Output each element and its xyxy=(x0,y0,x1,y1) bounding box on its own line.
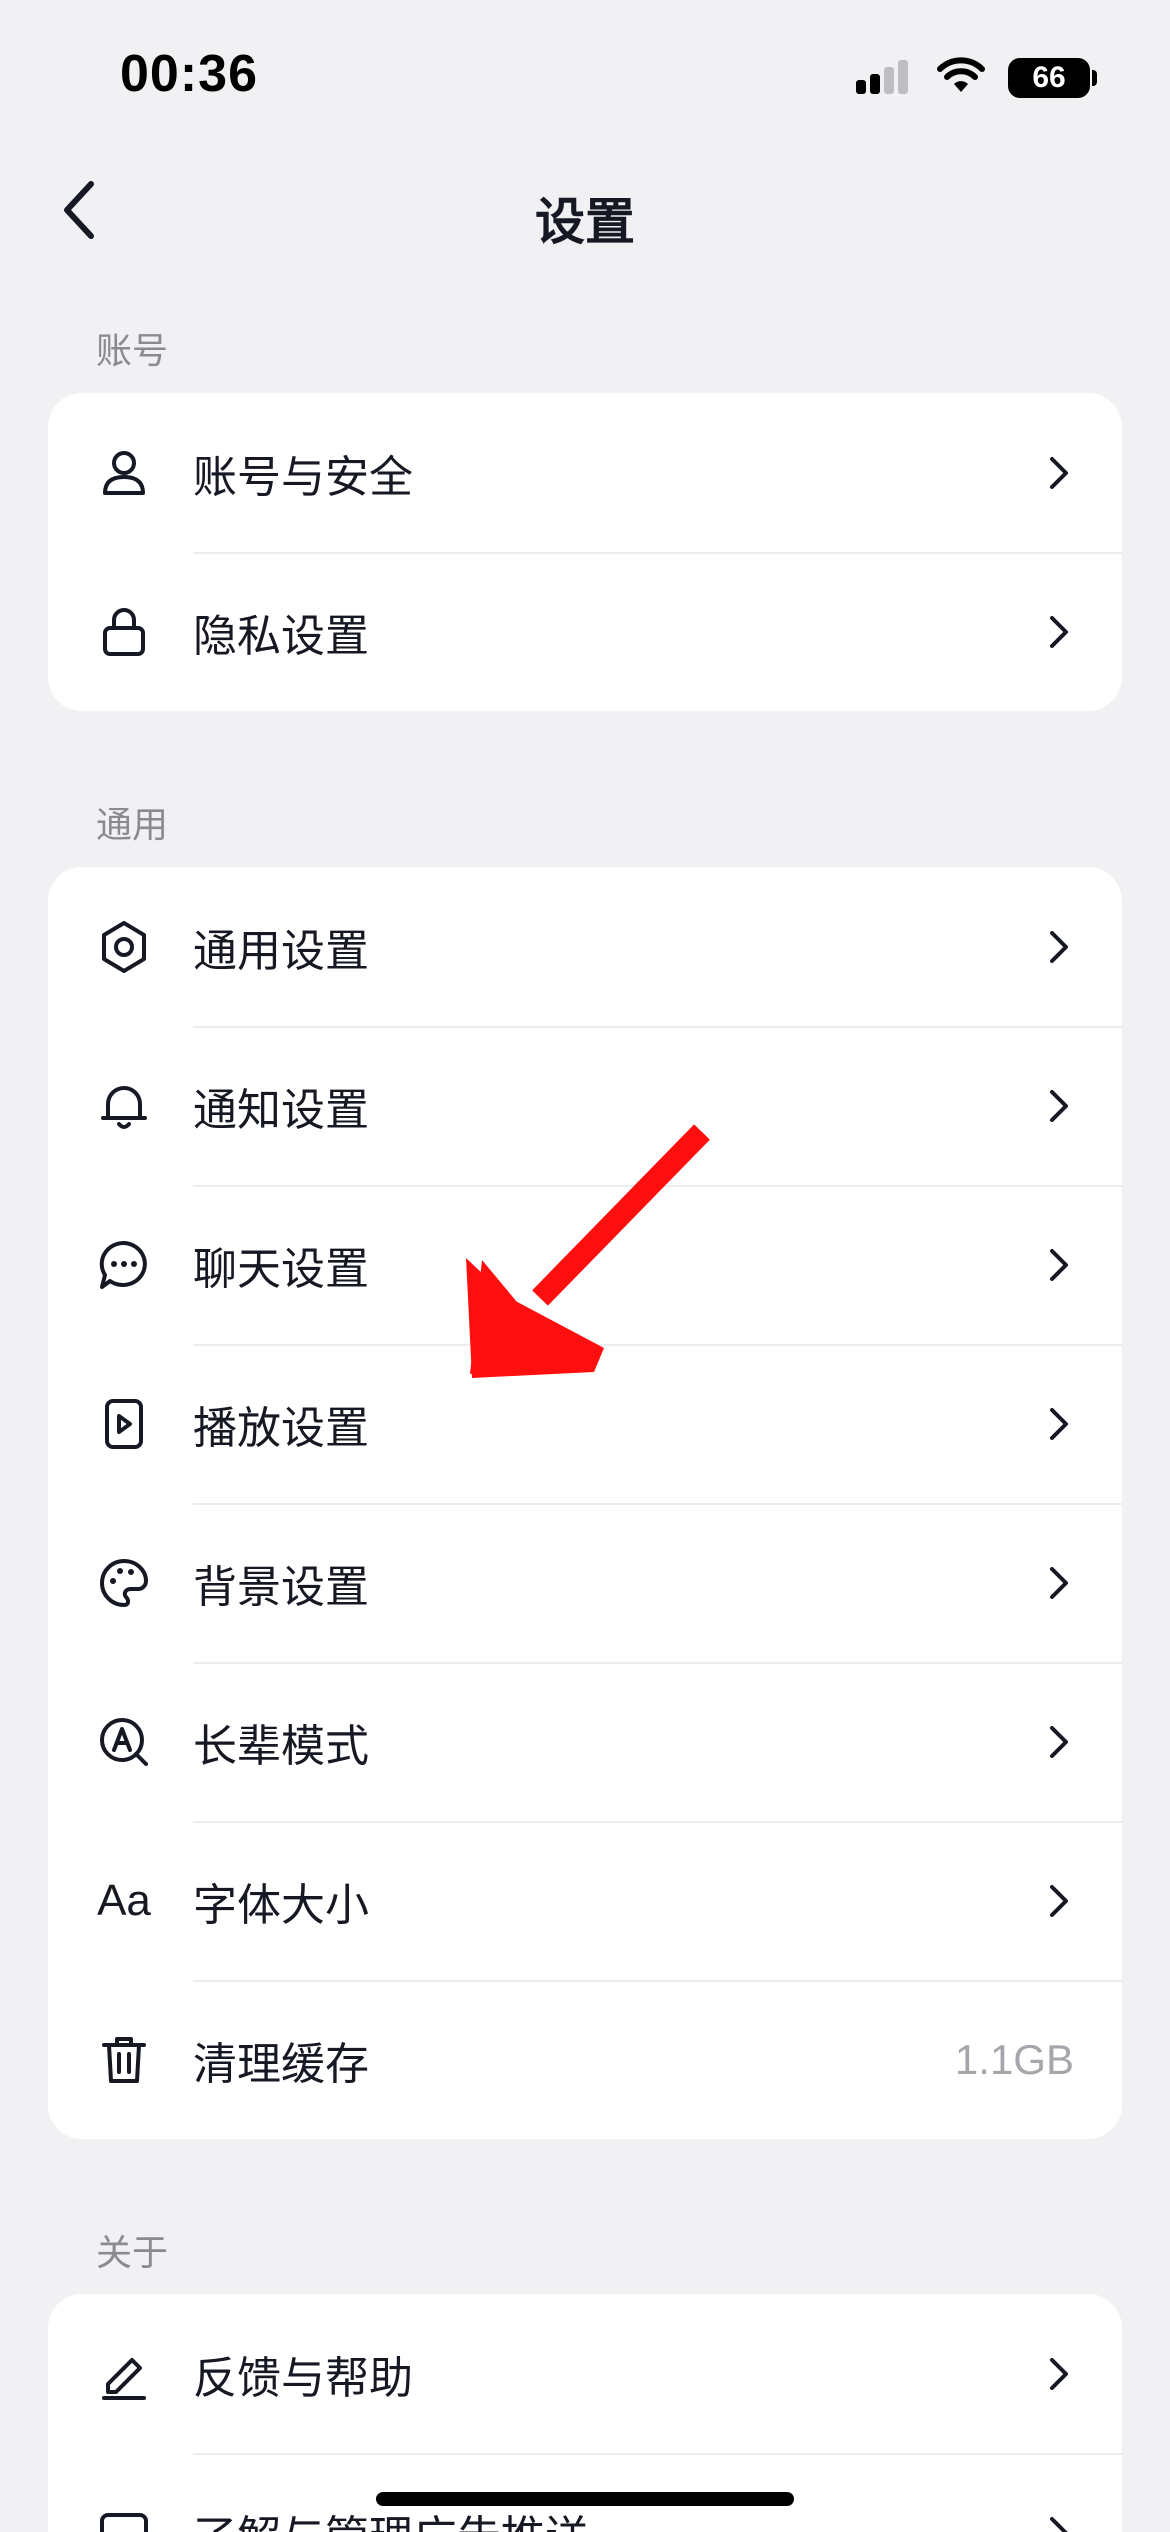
row-notification-settings[interactable]: 通知设置 xyxy=(48,1026,1122,1185)
cache-size-value: 1.1GB xyxy=(954,2035,1074,2083)
row-label: 账号与安全 xyxy=(193,451,413,503)
general-card: 通用设置 通知设置 聊天设置 播放设置 背景设置 长辈模式 Aa 字体大小 清理… xyxy=(48,867,1122,2139)
lock-icon xyxy=(94,602,154,662)
account-card: 账号与安全 隐私设置 xyxy=(48,393,1122,711)
row-playback-settings[interactable]: 播放设置 xyxy=(48,1344,1122,1503)
row-background-settings[interactable]: 背景设置 xyxy=(48,1503,1122,1662)
section-label-general: 通用 xyxy=(96,805,169,846)
chevron-right-icon xyxy=(1044,927,1074,967)
elder-mode-icon xyxy=(94,1712,154,1772)
battery-tip xyxy=(1092,70,1097,86)
row-label: 播放设置 xyxy=(193,1402,369,1454)
cellular-signal-icon xyxy=(856,60,908,94)
chevron-right-icon xyxy=(1044,1404,1074,1444)
row-feedback-help[interactable]: 反馈与帮助 xyxy=(48,2294,1122,2453)
row-chat-settings[interactable]: 聊天设置 xyxy=(48,1185,1122,1344)
font-size-icon-text: Aa xyxy=(97,1875,151,1925)
chevron-right-icon xyxy=(1044,1722,1074,1762)
chevron-right-icon xyxy=(1044,1563,1074,1603)
section-label-account: 账号 xyxy=(96,331,169,372)
chat-bubble-icon xyxy=(94,1235,154,1295)
chevron-right-icon xyxy=(1044,1086,1074,1126)
palette-icon xyxy=(94,1553,154,1613)
chevron-right-icon xyxy=(1044,2513,1074,2532)
row-clear-cache[interactable]: 清理缓存 1.1GB xyxy=(48,1980,1122,2139)
row-label: 背景设置 xyxy=(193,1561,369,1613)
row-font-size[interactable]: Aa 字体大小 xyxy=(48,1821,1122,1980)
row-label: 长辈模式 xyxy=(193,1720,369,1772)
section-label-about: 关于 xyxy=(96,2233,169,2274)
wifi-icon xyxy=(937,57,985,92)
font-size-icon: Aa xyxy=(94,1871,154,1931)
row-account-security[interactable]: 账号与安全 xyxy=(48,393,1122,552)
page-title: 设置 xyxy=(535,193,635,251)
row-label: 聊天设置 xyxy=(193,1243,369,1295)
chevron-right-icon xyxy=(1044,612,1074,652)
row-label: 隐私设置 xyxy=(193,610,369,662)
row-elder-mode[interactable]: 长辈模式 xyxy=(48,1662,1122,1821)
edit-pencil-icon xyxy=(94,2344,154,2404)
battery-indicator: 66 xyxy=(1008,58,1090,98)
status-bar: 00:36 66 xyxy=(0,0,1170,150)
chevron-right-icon xyxy=(1044,1245,1074,1285)
chevron-right-icon xyxy=(1044,2354,1074,2394)
bell-icon xyxy=(94,1076,154,1136)
navigation-bar: 设置 xyxy=(0,160,1170,260)
home-indicator xyxy=(376,2492,794,2506)
gear-icon xyxy=(94,917,154,977)
row-label: 通知设置 xyxy=(193,1084,369,1136)
chevron-right-icon xyxy=(1044,1881,1074,1921)
row-label: 字体大小 xyxy=(193,1879,369,1931)
user-icon xyxy=(94,443,154,503)
row-general-settings[interactable]: 通用设置 xyxy=(48,867,1122,1026)
row-label: 清理缓存 xyxy=(193,2038,369,2090)
row-privacy-settings[interactable]: 隐私设置 xyxy=(48,552,1122,711)
play-icon xyxy=(94,1394,154,1454)
row-label: 反馈与帮助 xyxy=(193,2352,413,2404)
trash-icon xyxy=(94,2030,154,2090)
status-time: 00:36 xyxy=(120,45,258,103)
ad-icon xyxy=(94,2503,154,2532)
chevron-right-icon xyxy=(1044,453,1074,493)
row-label: 通用设置 xyxy=(193,925,369,977)
